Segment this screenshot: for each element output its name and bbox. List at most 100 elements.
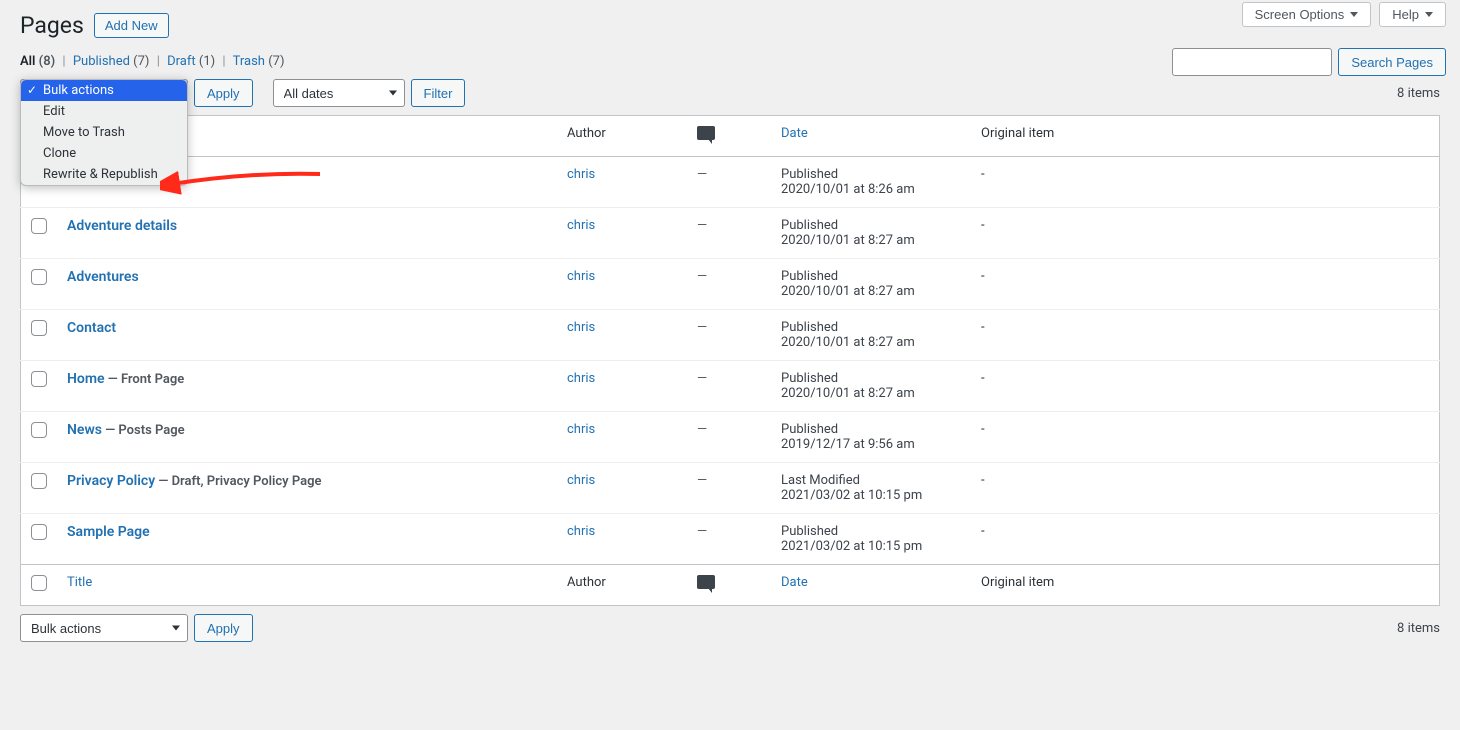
date-status: Published: [781, 269, 961, 284]
bulk-actions-select-bottom[interactable]: Bulk actions: [20, 614, 188, 642]
help-button[interactable]: Help: [1379, 2, 1446, 27]
date-value: 2020/10/01 at 8:27 am: [781, 386, 961, 401]
date-value: 2021/03/02 at 10:15 pm: [781, 539, 961, 554]
bulk-option-trash[interactable]: Move to Trash: [21, 122, 187, 143]
search-input[interactable]: [1172, 48, 1332, 76]
col-date-foot[interactable]: Date: [781, 575, 808, 590]
date-value: 2020/10/01 at 8:26 am: [781, 182, 961, 197]
select-all-checkbox-bottom[interactable]: [31, 575, 47, 591]
page-title-link[interactable]: News: [67, 422, 102, 438]
add-new-button[interactable]: Add New: [94, 13, 169, 38]
filter-draft[interactable]: Draft (1): [167, 54, 215, 69]
page-title-link[interactable]: Sample Page: [67, 524, 150, 540]
comments-count: —: [697, 422, 707, 437]
table-row: Sample Page chris — Published2021/03/02 at …: [21, 514, 1440, 565]
apply-bulk-button[interactable]: Apply: [194, 79, 253, 107]
col-original-foot: Original item: [971, 565, 1440, 606]
table-row: News — Posts Page chris — Published2019/12/…: [21, 412, 1440, 463]
date-value: 2020/10/01 at 8:27 am: [781, 233, 961, 248]
bulk-option-edit[interactable]: Edit: [21, 101, 187, 122]
comments-count: —: [697, 524, 707, 539]
comments-count: —: [697, 167, 707, 182]
page-title-link[interactable]: Adventure details: [67, 218, 177, 234]
table-row: Privacy Policy — Draft, Privacy Policy P…: [21, 463, 1440, 514]
original-item: -: [981, 167, 985, 182]
bulk-option-clone[interactable]: Clone: [21, 143, 187, 164]
screen-options-button[interactable]: Screen Options: [1242, 2, 1372, 27]
row-checkbox[interactable]: [31, 524, 47, 540]
original-item: -: [981, 320, 985, 335]
original-item: -: [981, 269, 985, 284]
comments-icon[interactable]: [697, 126, 715, 140]
author-link[interactable]: chris: [567, 473, 595, 488]
page-state: — Posts Page: [102, 423, 185, 438]
date-status: Published: [781, 320, 961, 335]
comments-count: —: [697, 473, 707, 488]
page-heading: Pages: [20, 12, 84, 39]
date-filter-select[interactable]: All dates: [273, 79, 405, 107]
date-status: Published: [781, 167, 961, 182]
row-checkbox[interactable]: [31, 320, 47, 336]
col-original: Original item: [971, 116, 1440, 157]
table-row: Adventures chris — Published2020/10/01 at 8…: [21, 259, 1440, 310]
table-row: chris — Published2020/10/01 at 8:26 am -: [21, 157, 1440, 208]
row-checkbox[interactable]: [31, 473, 47, 489]
date-status: Published: [781, 422, 961, 437]
comments-icon[interactable]: [697, 575, 715, 589]
filter-published[interactable]: Published (7): [73, 54, 150, 69]
page-title-link[interactable]: Home: [67, 371, 105, 387]
author-link[interactable]: chris: [567, 524, 595, 539]
table-row: Home — Front Page chris — Published2020/10/…: [21, 361, 1440, 412]
col-author: Author: [557, 116, 687, 157]
date-value: 2021/03/02 at 10:15 pm: [781, 488, 961, 503]
col-date[interactable]: Date: [781, 126, 808, 141]
table-row: Contact chris — Published2020/10/01 at 8:27…: [21, 310, 1440, 361]
table-row: Adventure details chris — Published2020/10/…: [21, 208, 1440, 259]
author-link[interactable]: chris: [567, 269, 595, 284]
screen-options-label: Screen Options: [1255, 7, 1345, 22]
comments-count: —: [697, 269, 707, 284]
date-value: 2020/10/01 at 8:27 am: [781, 284, 961, 299]
author-link[interactable]: chris: [567, 371, 595, 386]
page-state: — Draft, Privacy Policy Page: [155, 474, 321, 489]
filter-all[interactable]: All (8): [20, 54, 55, 69]
bulk-option-rewrite[interactable]: Rewrite & Republish: [21, 164, 187, 185]
date-value: 2019/12/17 at 9:56 am: [781, 437, 961, 452]
comments-count: —: [697, 320, 707, 335]
row-checkbox[interactable]: [31, 371, 47, 387]
original-item: -: [981, 218, 985, 233]
row-checkbox[interactable]: [31, 269, 47, 285]
page-state: — Front Page: [105, 372, 185, 387]
filter-button[interactable]: Filter: [411, 79, 466, 107]
row-checkbox[interactable]: [31, 422, 47, 438]
original-item: -: [981, 371, 985, 386]
original-item: -: [981, 524, 985, 539]
page-title-link[interactable]: Privacy Policy: [67, 473, 155, 489]
bulk-option-bulk-actions[interactable]: Bulk actions: [21, 80, 187, 101]
author-link[interactable]: chris: [567, 167, 595, 182]
page-title-link[interactable]: Adventures: [67, 269, 139, 285]
author-link[interactable]: chris: [567, 320, 595, 335]
date-status: Published: [781, 371, 961, 386]
date-status: Published: [781, 524, 961, 539]
chevron-down-icon: [1425, 12, 1433, 17]
comments-count: —: [697, 371, 707, 386]
chevron-down-icon: [1350, 12, 1358, 17]
col-title-foot[interactable]: Title: [67, 575, 92, 590]
date-status: Last Modified: [781, 473, 961, 488]
author-link[interactable]: chris: [567, 422, 595, 437]
author-link[interactable]: chris: [567, 218, 595, 233]
col-author-foot: Author: [557, 565, 687, 606]
apply-bulk-button-bottom[interactable]: Apply: [194, 614, 253, 642]
bulk-actions-dropdown: Bulk actions Edit Move to Trash Clone Re…: [20, 79, 188, 186]
date-status: Published: [781, 218, 961, 233]
page-title-link[interactable]: Contact: [67, 320, 116, 336]
search-pages-button[interactable]: Search Pages: [1338, 48, 1446, 76]
help-label: Help: [1392, 7, 1419, 22]
item-count-bottom: 8 items: [1397, 621, 1440, 636]
pages-table: Title Author Date Original item chris — Pu…: [20, 115, 1440, 606]
date-value: 2020/10/01 at 8:27 am: [781, 335, 961, 350]
filter-trash[interactable]: Trash (7): [233, 54, 285, 69]
comments-count: —: [697, 218, 707, 233]
row-checkbox[interactable]: [31, 218, 47, 234]
